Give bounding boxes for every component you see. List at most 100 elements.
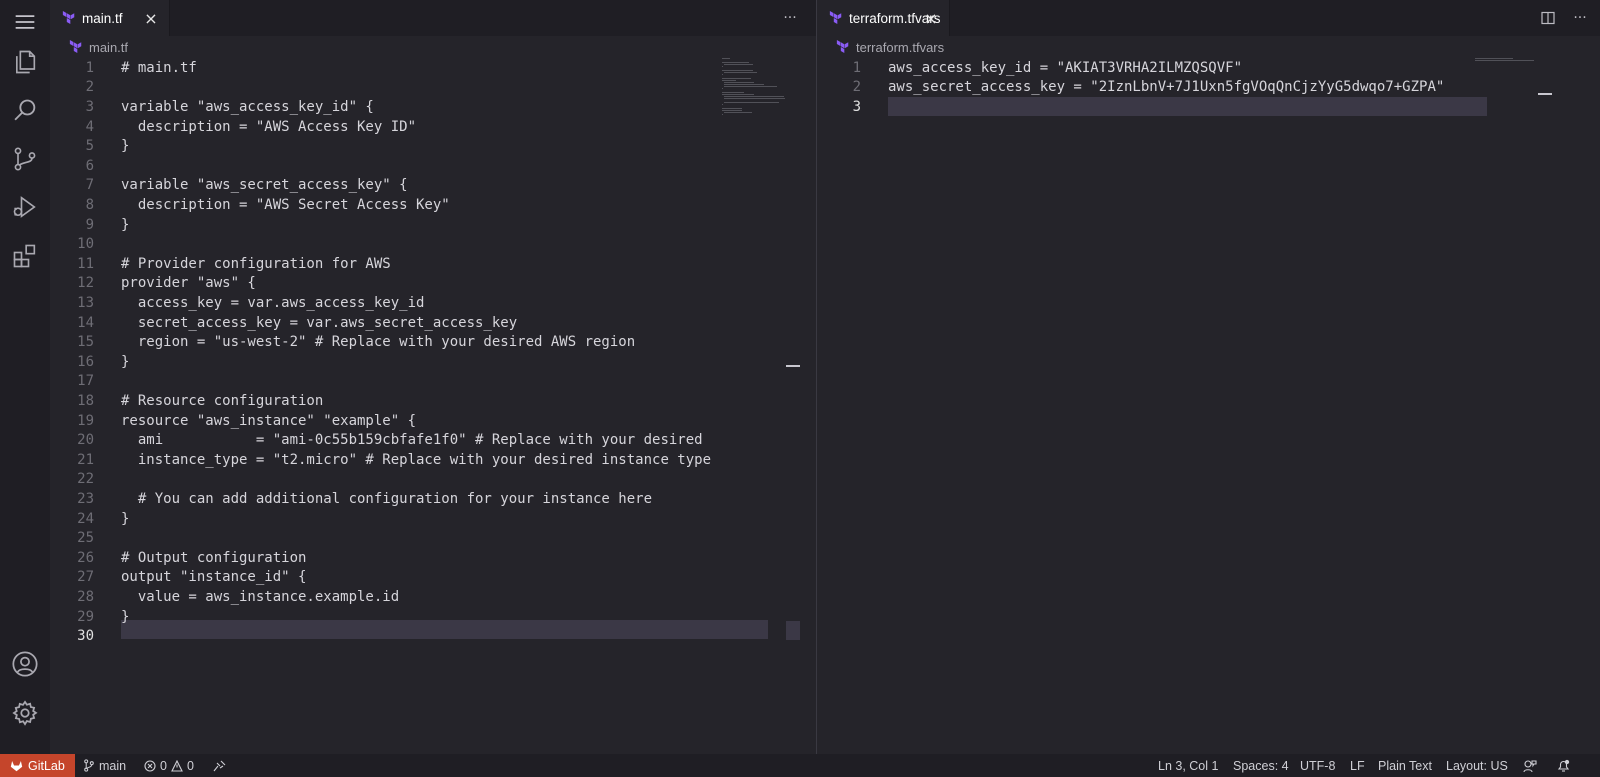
encoding[interactable]: UTF-8 bbox=[1300, 754, 1335, 777]
tab-terraform-tfvars[interactable]: terraform.tfvars × bbox=[817, 0, 950, 36]
line-number: 21 bbox=[77, 451, 94, 468]
breadcrumb: main.tf bbox=[50, 36, 816, 58]
explorer-icon[interactable] bbox=[9, 46, 41, 78]
code-line[interactable]: 21 instance_type = "t2.micro" # Replace … bbox=[50, 450, 711, 470]
code-line[interactable]: 11 # Provider configuration for AWS bbox=[50, 254, 391, 274]
line-number: 29 bbox=[77, 608, 94, 625]
code-line[interactable]: 6 bbox=[50, 156, 94, 176]
line-number: 15 bbox=[77, 334, 94, 351]
feedback-icon[interactable] bbox=[1523, 754, 1537, 777]
end-of-line[interactable]: LF bbox=[1350, 754, 1365, 777]
code-line[interactable]: 22 bbox=[50, 470, 94, 490]
line-number: 16 bbox=[77, 353, 94, 370]
code-line[interactable]: 18 # Resource configuration bbox=[50, 391, 323, 411]
code-line[interactable]: 9} bbox=[50, 215, 130, 235]
close-icon[interactable]: × bbox=[923, 9, 939, 28]
code-line[interactable]: 15 region = "us-west-2" # Replace with y… bbox=[50, 332, 635, 352]
code-line[interactable]: 10 bbox=[50, 234, 94, 254]
minimap[interactable] bbox=[722, 58, 802, 754]
more-actions-icon[interactable]: ··· bbox=[780, 8, 800, 28]
line-number: 28 bbox=[77, 588, 94, 605]
branch-indicator[interactable]: main bbox=[83, 754, 126, 777]
account-icon[interactable] bbox=[9, 648, 41, 680]
minimap-line bbox=[723, 72, 758, 73]
source-control-icon[interactable] bbox=[9, 143, 41, 175]
breadcrumb-file[interactable]: main.tf bbox=[89, 40, 128, 55]
code-line[interactable]: 1 # main.tf bbox=[50, 58, 197, 78]
line-text: # Resource configuration bbox=[121, 392, 324, 409]
settings-gear-icon[interactable] bbox=[9, 697, 41, 729]
notifications-bell-icon[interactable] bbox=[1557, 754, 1570, 777]
line-text: description = "AWS Access Key ID" bbox=[121, 118, 417, 135]
minimap-line bbox=[723, 98, 785, 99]
editor-group-left: main.tf × ··· main.tf 1 # main.tf 2 3 variab… bbox=[50, 0, 816, 754]
line-number: 17 bbox=[77, 373, 94, 390]
gitlab-icon bbox=[10, 761, 23, 772]
code-line[interactable]: 3 variable "aws_access_key_id" { bbox=[50, 97, 374, 117]
minimap[interactable] bbox=[1475, 58, 1555, 754]
code-line[interactable]: 3 bbox=[817, 97, 861, 117]
line-text: ami = "ami-0c55b159cbfafe1f0" # Replace … bbox=[121, 432, 703, 449]
minimap-line bbox=[723, 64, 754, 65]
breadcrumb-file[interactable]: terraform.tfvars bbox=[856, 40, 944, 55]
tab-main-tf[interactable]: main.tf × bbox=[50, 0, 170, 36]
line-text: } bbox=[121, 608, 130, 625]
code-line[interactable]: 25 bbox=[50, 528, 94, 548]
code-line[interactable]: 4 description = "AWS Access Key ID" bbox=[50, 117, 416, 137]
terraform-icon bbox=[62, 11, 75, 25]
minimap-line bbox=[723, 112, 752, 113]
code-line[interactable]: 27 output "instance_id" { bbox=[50, 568, 306, 588]
line-text: output "instance_id" { bbox=[121, 569, 307, 586]
code-line[interactable]: 1 aws_access_key_id = "AKIAT3VRHA2ILMZQSQ… bbox=[817, 58, 1242, 78]
line-text: aws_access_key_id = "AKIAT3VRHA2ILMZQSQV… bbox=[888, 59, 1243, 76]
code-line[interactable]: 30 bbox=[50, 626, 94, 646]
cursor-position[interactable]: Ln 3, Col 1 bbox=[1158, 754, 1218, 777]
code-line[interactable]: 19 resource "aws_instance" "example" { bbox=[50, 411, 416, 431]
search-icon[interactable] bbox=[9, 95, 41, 127]
minimap-line bbox=[722, 70, 753, 71]
code-line[interactable]: 16} bbox=[50, 352, 129, 372]
language-mode[interactable]: Plain Text bbox=[1378, 754, 1432, 777]
minimap-line bbox=[722, 114, 723, 115]
line-text: resource "aws_instance" "example" { bbox=[121, 412, 417, 429]
code-line[interactable]: 14 secret_access_key = var.aws_secret_ac… bbox=[50, 313, 517, 333]
warning-icon bbox=[171, 759, 183, 772]
code-line[interactable]: 7 variable "aws_secret_access_key" { bbox=[50, 176, 408, 196]
remote-indicator[interactable]: GitLab bbox=[0, 754, 75, 777]
minimap-line bbox=[723, 96, 785, 97]
close-icon[interactable]: × bbox=[143, 9, 159, 28]
code-line[interactable]: 8 description = "AWS Secret Access Key" bbox=[50, 195, 450, 215]
code-line[interactable]: 20 ami = "ami-0c55b159cbfafe1f0" # Repla… bbox=[50, 430, 702, 450]
line-text: variable "aws_secret_access_key" { bbox=[121, 177, 408, 194]
extensions-icon[interactable] bbox=[9, 240, 41, 272]
minimap-line bbox=[723, 102, 779, 103]
code-line[interactable]: 26 # Output configuration bbox=[50, 548, 306, 568]
problems-indicator[interactable]: 0 0 bbox=[144, 754, 194, 777]
code-line[interactable]: 13 access_key = var.aws_access_key_id bbox=[50, 293, 424, 313]
line-text: # Output configuration bbox=[121, 549, 307, 566]
indentation[interactable]: Spaces: 4 bbox=[1233, 754, 1289, 777]
code-line[interactable]: 2 aws_secret_access_key = "2IznLbnV+7J1Ux… bbox=[817, 78, 1445, 98]
line-number: 20 bbox=[77, 432, 94, 449]
code-line[interactable]: 2 bbox=[50, 78, 94, 98]
line-number: 19 bbox=[77, 412, 94, 429]
code-line[interactable]: 23 # You can add additional configuratio… bbox=[50, 489, 652, 509]
keyboard-layout[interactable]: Layout: US bbox=[1446, 754, 1508, 777]
run-debug-icon[interactable] bbox=[9, 191, 41, 223]
minimap-line bbox=[722, 88, 723, 89]
code-line[interactable]: 12 provider "aws" { bbox=[50, 274, 256, 294]
code-line[interactable]: 5} bbox=[50, 136, 130, 156]
code-line[interactable]: 29} bbox=[50, 607, 129, 627]
broadcast-icon[interactable] bbox=[213, 754, 226, 777]
code-line[interactable]: 24} bbox=[50, 509, 129, 529]
line-text: } bbox=[121, 216, 130, 233]
tab-label: main.tf bbox=[82, 10, 123, 26]
tab-actions: ··· bbox=[1538, 8, 1590, 28]
menu-icon[interactable] bbox=[9, 6, 41, 38]
branch-label: main bbox=[99, 758, 127, 773]
split-editor-icon[interactable] bbox=[1538, 8, 1558, 28]
code-line[interactable]: 17 bbox=[50, 372, 94, 392]
more-actions-icon[interactable]: ··· bbox=[1570, 8, 1590, 28]
terraform-icon bbox=[836, 40, 849, 54]
code-line[interactable]: 28 value = aws_instance.example.id bbox=[50, 587, 399, 607]
